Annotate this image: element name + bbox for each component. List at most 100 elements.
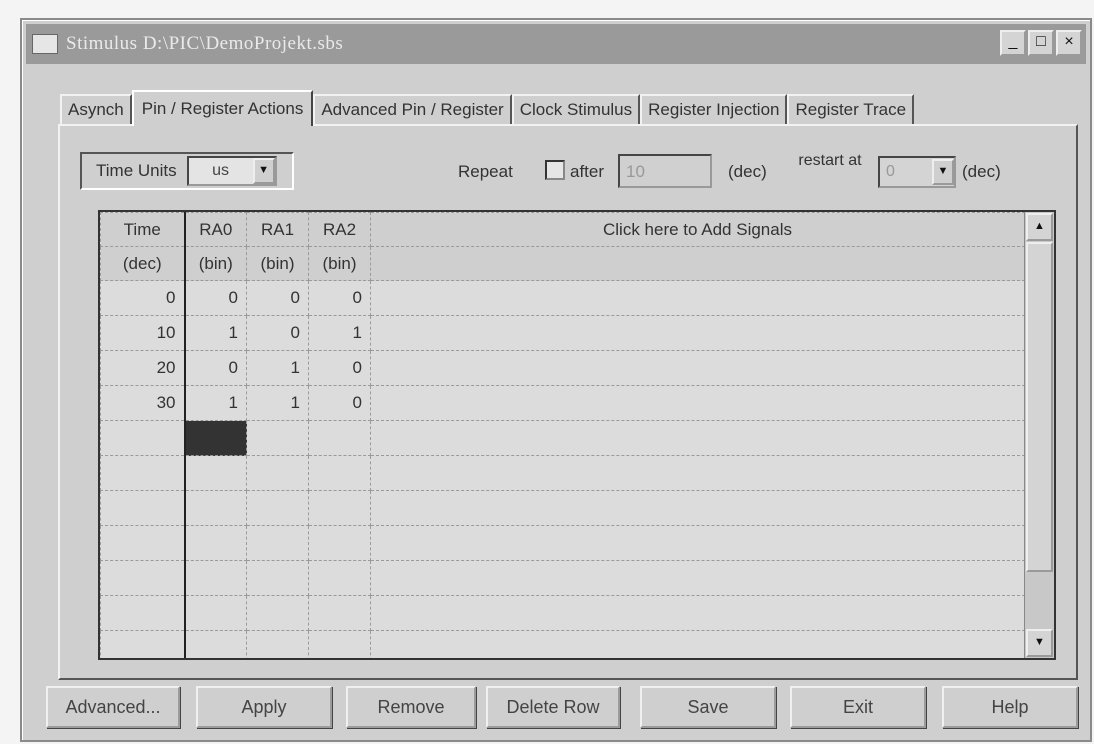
restart-label: restart at [798,152,862,169]
scroll-thumb[interactable] [1026,242,1053,572]
tab-register-injection[interactable]: Register Injection [640,94,788,124]
cell-empty[interactable] [370,455,1025,491]
cell-empty[interactable] [246,490,309,526]
time-units-group: Time Units us ▼ [80,152,294,190]
app-icon [32,34,58,54]
cell-empty[interactable] [308,595,371,631]
cell-empty[interactable] [100,595,186,631]
minimize-button[interactable]: _ [1000,30,1026,56]
column-header-ra1[interactable]: RA1 [246,212,309,247]
tab-panel: Time Units us ▼ Repeat after 10 (dec) re… [58,124,1078,680]
exit-button[interactable]: Exit [790,686,926,728]
remove-button[interactable]: Remove [346,686,476,728]
tab-asynch[interactable]: Asynch [60,94,132,124]
scroll-up-icon[interactable]: ▲ [1026,213,1053,241]
scroll-down-icon[interactable]: ▼ [1026,629,1053,657]
cell-empty[interactable] [246,420,309,456]
cell-time[interactable]: 0 [100,280,186,316]
title-bar[interactable]: Stimulus D:\PIC\DemoProjekt.sbs _ □ × [26,24,1086,64]
save-button[interactable]: Save [640,686,776,728]
cell-ra1[interactable]: 1 [246,350,309,386]
close-button[interactable]: × [1056,30,1082,56]
cell-empty[interactable] [184,630,247,658]
restart-unit-label: (dec) [962,162,1001,181]
table-row-empty [100,420,1025,456]
cell-empty[interactable] [370,420,1025,456]
chevron-down-icon[interactable]: ▼ [252,158,275,184]
cell-empty[interactable] [100,455,186,491]
column-header-time[interactable]: Time [100,212,186,247]
cell-empty[interactable] [370,385,1025,421]
after-label: after [570,162,605,181]
delete-row-button[interactable]: Delete Row [486,686,620,728]
time-units-select[interactable]: us ▼ [186,156,277,186]
selected-cell[interactable] [184,420,247,456]
maximize-button[interactable]: □ [1028,30,1054,56]
cell-empty[interactable] [370,315,1025,351]
cell-time[interactable]: 20 [100,350,186,386]
cell-empty[interactable] [246,455,309,491]
cell-empty[interactable] [370,490,1025,526]
cell-empty[interactable] [100,525,186,561]
help-button[interactable]: Help [942,686,1078,728]
cell-empty[interactable] [370,280,1025,316]
vertical-scrollbar[interactable]: ▲ ▼ [1024,212,1054,658]
after-input[interactable]: 10 [618,154,712,188]
cell-ra2[interactable]: 0 [308,350,371,386]
stimulus-grid: Time RA0 RA1 RA2 Click here to Add Signa… [98,210,1056,660]
repeat-checkbox[interactable] [545,160,565,180]
cell-empty[interactable] [184,525,247,561]
tab-advanced-pin-register[interactable]: Advanced Pin / Register [313,94,512,124]
cell-time[interactable]: 30 [100,385,186,421]
cell-empty[interactable] [370,630,1025,658]
cell-empty[interactable] [246,630,309,658]
restart-select[interactable]: 0 ▼ [878,156,956,188]
table-row-empty [100,595,1025,631]
header-row: Time RA0 RA1 RA2 Click here to Add Signa… [100,212,1025,247]
add-signals-header[interactable]: Click here to Add Signals [370,212,1025,247]
cell-ra0[interactable]: 1 [184,315,247,351]
cell-ra1[interactable]: 0 [246,315,309,351]
tab-register-trace[interactable]: Register Trace [787,94,915,124]
cell-empty[interactable] [246,595,309,631]
tab-pin-register-actions[interactable]: Pin / Register Actions [131,90,314,126]
column-header-ra2[interactable]: RA2 [308,212,371,247]
cell-empty[interactable] [100,490,186,526]
cell-empty[interactable] [370,525,1025,561]
advanced-button[interactable]: Advanced... [46,686,180,728]
chevron-down-icon[interactable]: ▼ [932,159,954,185]
cell-empty[interactable] [184,490,247,526]
cell-ra0[interactable]: 0 [184,350,247,386]
cell-empty[interactable] [308,490,371,526]
cell-ra2[interactable]: 0 [308,280,371,316]
apply-button[interactable]: Apply [196,686,332,728]
cell-ra1[interactable]: 0 [246,280,309,316]
cell-empty[interactable] [100,560,186,596]
cell-ra1[interactable]: 1 [246,385,309,421]
cell-empty[interactable] [184,560,247,596]
cell-empty[interactable] [246,525,309,561]
table-row: 0 0 0 0 [100,280,1025,316]
cell-empty[interactable] [100,420,186,456]
cell-empty[interactable] [184,455,247,491]
cell-time[interactable]: 10 [100,315,186,351]
cell-empty[interactable] [308,630,371,658]
tab-clock-stimulus[interactable]: Clock Stimulus [511,94,641,124]
cell-ra0[interactable]: 1 [184,385,247,421]
cell-empty[interactable] [308,560,371,596]
cell-empty[interactable] [308,420,371,456]
cell-empty[interactable] [370,560,1025,596]
cell-ra2[interactable]: 1 [308,315,371,351]
cell-ra0[interactable]: 0 [184,280,247,316]
cell-empty[interactable] [308,525,371,561]
cell-empty[interactable] [100,630,186,658]
table-row-empty [100,490,1025,526]
cell-empty[interactable] [184,595,247,631]
cell-empty[interactable] [246,560,309,596]
time-units-label: Time Units [96,161,177,180]
cell-empty[interactable] [370,595,1025,631]
cell-ra2[interactable]: 0 [308,385,371,421]
cell-empty[interactable] [370,350,1025,386]
column-header-ra0[interactable]: RA0 [184,212,247,247]
cell-empty[interactable] [308,455,371,491]
